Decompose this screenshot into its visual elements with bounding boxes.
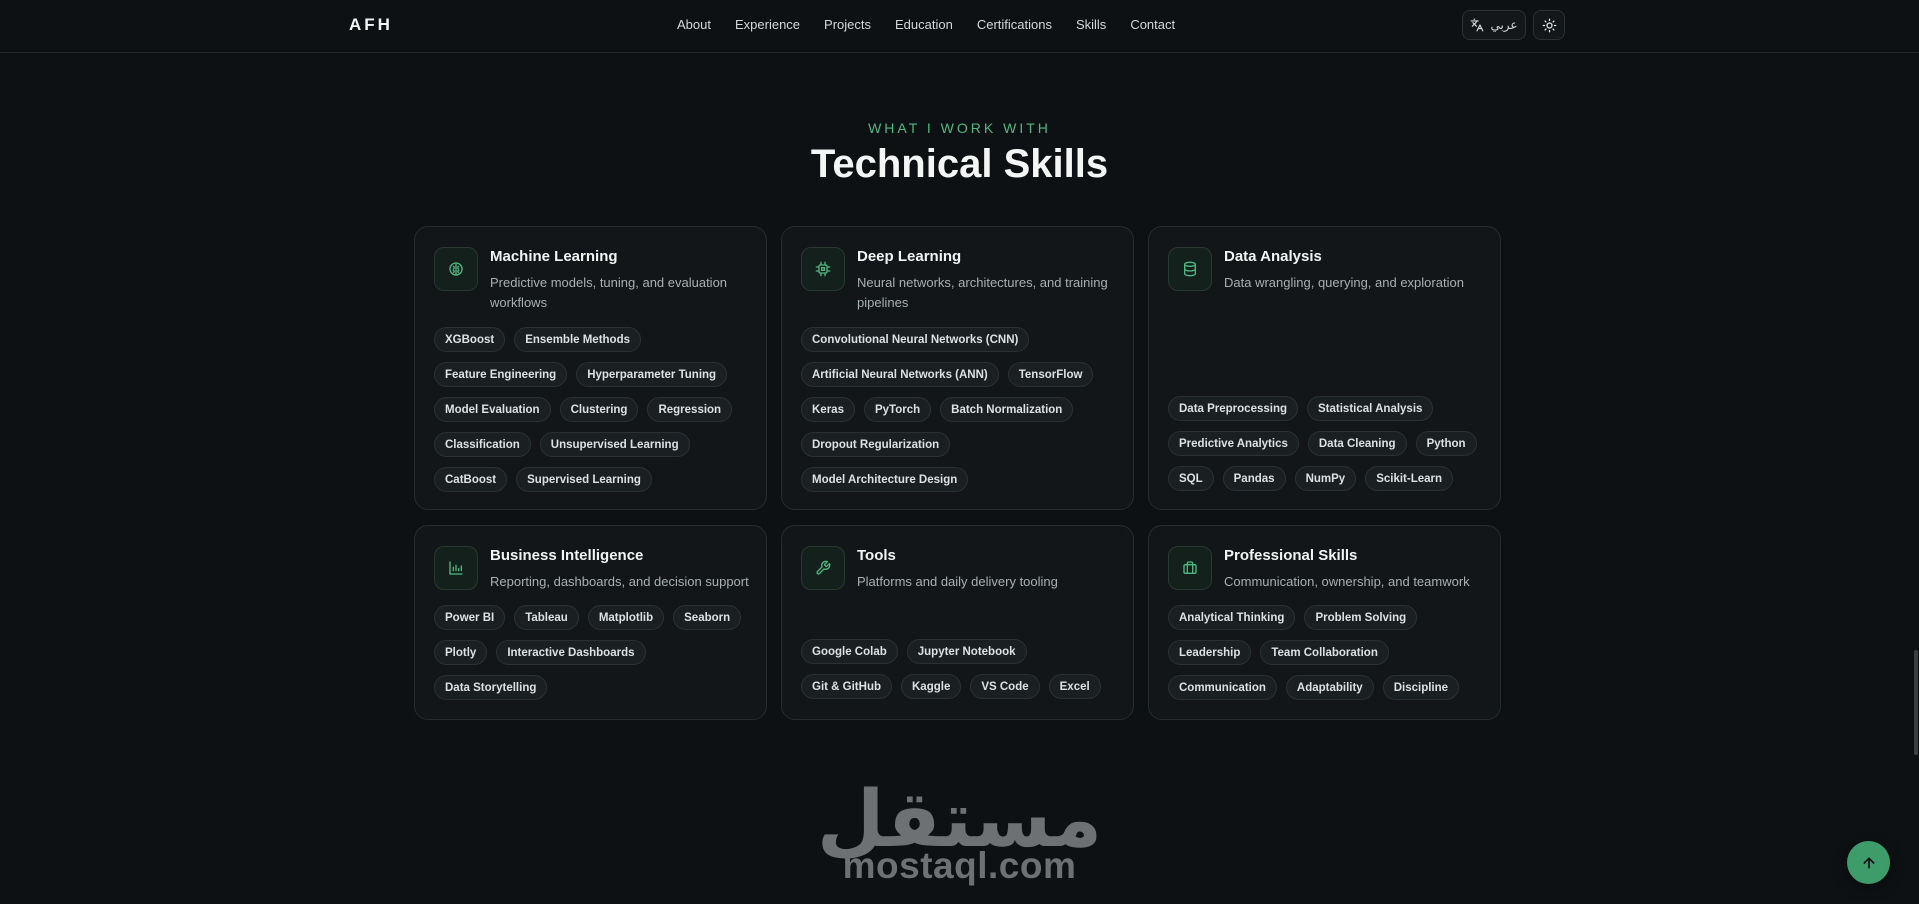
skill-tag: Analytical Thinking — [1168, 605, 1296, 630]
main-nav: About Experience Projects Education Cert… — [677, 17, 1199, 32]
tag-list: Power BI Tableau Matplotlib Seaborn Plot… — [434, 605, 752, 700]
skill-tag: TensorFlow — [1007, 362, 1094, 387]
card-description: Predictive models, tuning, and evaluatio… — [490, 275, 728, 310]
top-navbar: AFH About Experience Projects Education … — [0, 0, 1919, 53]
skill-card-data-analysis: Data Analysis Data wrangling, querying, … — [1148, 226, 1501, 510]
nav-education[interactable]: Education — [895, 17, 953, 32]
card-description: Neural networks, architectures, and trai… — [857, 275, 1108, 310]
skill-tag: Power BI — [434, 605, 506, 630]
skill-tag: Scikit-Learn — [1365, 466, 1454, 491]
skill-card-professional-skills: Professional Skills Communication, owner… — [1148, 525, 1501, 720]
skill-tag: Pandas — [1222, 466, 1286, 491]
skill-tag: Seaborn — [673, 605, 742, 630]
card-title: Business Intelligence — [490, 547, 644, 564]
skill-tag: Leadership — [1168, 640, 1252, 665]
skill-tag: Jupyter Notebook — [906, 639, 1027, 664]
tag-list: Convolutional Neural Networks (CNN) Arti… — [801, 327, 1119, 492]
skill-card-tools: Tools Platforms and daily delivery tooli… — [781, 525, 1134, 720]
skill-tag: Communication — [1168, 675, 1277, 700]
nav-contact[interactable]: Contact — [1130, 17, 1175, 32]
skill-tag: Ensemble Methods — [514, 327, 642, 352]
cpu-icon — [801, 247, 845, 291]
skill-tag: Statistical Analysis — [1307, 396, 1434, 421]
skill-tag: Hyperparameter Tuning — [576, 362, 728, 387]
section-title: Technical Skills — [810, 142, 1109, 186]
skill-tag: Dropout Regularization — [801, 432, 951, 457]
skill-tag: Matplotlib — [587, 605, 665, 630]
watermark-latin: mostaql.com — [842, 845, 1077, 886]
wrench-icon — [801, 546, 845, 590]
skill-card-deep-learning: Deep Learning Neural networks, architect… — [781, 226, 1134, 510]
skill-card-business-intelligence: Business Intelligence Reporting, dashboa… — [414, 525, 767, 720]
card-title: Professional Skills — [1224, 547, 1358, 564]
nav-skills[interactable]: Skills — [1076, 17, 1106, 32]
skill-tag: PyTorch — [863, 397, 932, 422]
skill-tag: Interactive Dashboards — [496, 640, 646, 665]
bar-chart-icon — [434, 546, 478, 590]
skill-tag: Kaggle — [901, 674, 962, 699]
card-description: Reporting, dashboards, and decision supp… — [490, 574, 749, 589]
skill-tag: Clustering — [559, 397, 639, 422]
theme-toggle-button[interactable] — [1533, 10, 1565, 40]
skill-tag: Plotly — [434, 640, 488, 665]
sun-icon — [1542, 18, 1556, 32]
skill-tag: Model Evaluation — [434, 397, 551, 422]
skill-tag: Keras — [801, 397, 855, 422]
skill-tag: Data Storytelling — [434, 675, 548, 700]
skill-tag: Python — [1415, 431, 1477, 456]
skill-tag: Unsupervised Learning — [539, 432, 690, 457]
skill-tag: Discipline — [1382, 675, 1460, 700]
skill-tag: Batch Normalization — [940, 397, 1074, 422]
nav-certifications[interactable]: Certifications — [977, 17, 1052, 32]
scroll-to-top-button[interactable] — [1847, 841, 1890, 884]
site-logo[interactable]: AFH — [349, 15, 393, 35]
skill-card-machine-learning: Machine Learning Predictive models, tuni… — [414, 226, 767, 510]
skill-tag: Model Architecture Design — [801, 467, 969, 492]
skill-tag: Adaptability — [1285, 675, 1374, 700]
skill-tag: Data Preprocessing — [1168, 396, 1299, 421]
briefcase-icon — [1168, 546, 1212, 590]
skill-tag: XGBoost — [434, 327, 506, 352]
tag-list: XGBoost Ensemble Methods Feature Enginee… — [434, 327, 752, 492]
skill-tag: VS Code — [970, 674, 1040, 699]
skill-tag: Google Colab — [801, 639, 898, 664]
card-title: Data Analysis — [1224, 248, 1322, 265]
nav-projects[interactable]: Projects — [824, 17, 871, 32]
card-title: Deep Learning — [857, 248, 962, 265]
tag-list: Data Preprocessing Statistical Analysis … — [1168, 396, 1486, 491]
skill-tag: Regression — [647, 397, 733, 422]
database-icon — [1168, 247, 1212, 291]
language-label: عربي — [1490, 18, 1518, 32]
tag-list: Google Colab Jupyter Notebook Git & GitH… — [801, 639, 1119, 699]
skill-tag: Team Collaboration — [1260, 640, 1389, 665]
skill-tag: Problem Solving — [1304, 605, 1418, 630]
skill-tag: CatBoost — [434, 467, 508, 492]
nav-experience[interactable]: Experience — [735, 17, 800, 32]
card-title: Machine Learning — [490, 248, 618, 265]
translate-icon — [1471, 18, 1484, 32]
card-description: Communication, ownership, and teamwork — [1224, 574, 1470, 589]
nav-about[interactable]: About — [677, 17, 711, 32]
skill-tag: Supervised Learning — [516, 467, 652, 492]
card-description: Data wrangling, querying, and exploratio… — [1224, 275, 1464, 290]
skill-tag: Feature Engineering — [434, 362, 568, 387]
tag-list: Analytical Thinking Problem Solving Lead… — [1168, 605, 1486, 700]
brain-icon — [434, 247, 478, 291]
language-toggle-button[interactable]: عربي — [1462, 10, 1526, 40]
skill-tag: Classification — [434, 432, 531, 457]
section-eyebrow: WHAT I WORK WITH — [868, 120, 1051, 136]
skill-tag: Excel — [1048, 674, 1101, 699]
skill-tag: Predictive Analytics — [1168, 431, 1299, 456]
skill-tag: Data Cleaning — [1307, 431, 1407, 456]
arrow-up-icon — [1863, 857, 1874, 868]
skill-tag: NumPy — [1294, 466, 1357, 491]
card-title: Tools — [857, 547, 896, 564]
skill-tag: Tableau — [514, 605, 579, 630]
page-scrollbar-thumb[interactable] — [1914, 650, 1918, 755]
skill-tag: SQL — [1168, 466, 1214, 491]
card-description: Platforms and daily delivery tooling — [857, 574, 1058, 589]
skill-tag: Git & GitHub — [801, 674, 892, 699]
skill-tag: Convolutional Neural Networks (CNN) — [801, 327, 1030, 352]
skill-tag: Artificial Neural Networks (ANN) — [801, 362, 999, 387]
